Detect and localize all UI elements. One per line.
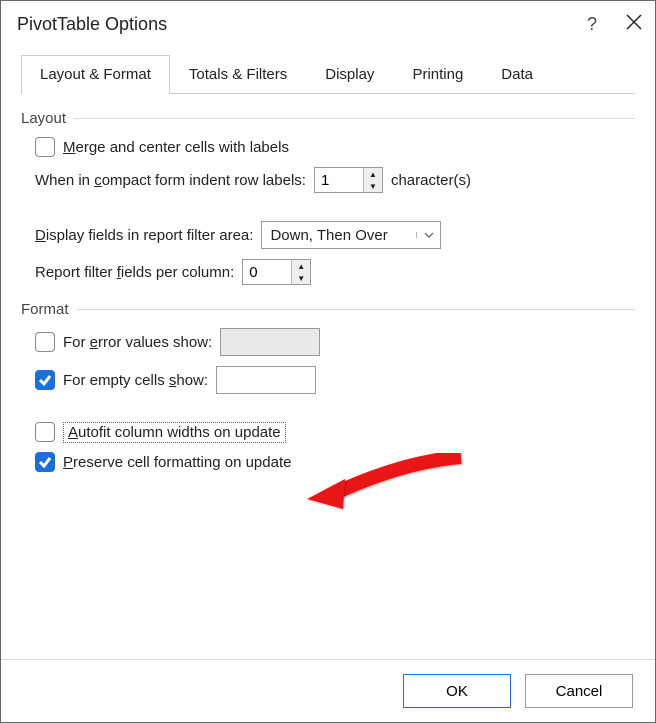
spinner-down-icon[interactable]: ▼ bbox=[364, 180, 382, 192]
layout-group-title: Layout bbox=[21, 110, 74, 127]
dialog-footer: OK Cancel bbox=[1, 659, 655, 722]
layout-group: Layout Merge and center cells with label… bbox=[21, 110, 635, 285]
format-group: Format For error values show: For empty … bbox=[21, 301, 635, 472]
indent-suffix: character(s) bbox=[391, 172, 471, 189]
tab-display[interactable]: Display bbox=[306, 55, 393, 94]
autofit-checkbox[interactable] bbox=[35, 422, 55, 442]
empty-cells-label: For empty cells show: bbox=[63, 372, 208, 389]
empty-cells-input[interactable] bbox=[216, 366, 316, 394]
error-values-label: For error values show: bbox=[63, 334, 212, 351]
tab-layout-format[interactable]: Layout & Format bbox=[21, 55, 170, 94]
indent-input[interactable] bbox=[315, 168, 363, 192]
merge-cells-checkbox[interactable] bbox=[35, 137, 55, 157]
autofit-label: Autofit column widths on update bbox=[63, 424, 286, 441]
ok-button[interactable]: OK bbox=[403, 674, 511, 708]
preserve-formatting-checkbox[interactable] bbox=[35, 452, 55, 472]
spinner-up-icon[interactable]: ▲ bbox=[364, 168, 382, 180]
error-values-input bbox=[220, 328, 320, 356]
merge-cells-label: Merge and center cells with labels bbox=[63, 139, 289, 156]
chevron-down-icon[interactable] bbox=[416, 232, 440, 238]
titlebar: PivotTable Options ? bbox=[1, 1, 655, 47]
display-fields-value: Down, Then Over bbox=[262, 227, 416, 244]
tab-data[interactable]: Data bbox=[482, 55, 552, 94]
tab-totals-filters[interactable]: Totals & Filters bbox=[170, 55, 306, 94]
indent-label: When in compact form indent row labels: bbox=[35, 172, 306, 189]
tab-printing[interactable]: Printing bbox=[393, 55, 482, 94]
spinner-down-icon[interactable]: ▼ bbox=[292, 272, 310, 284]
error-values-checkbox[interactable] bbox=[35, 332, 55, 352]
help-icon[interactable]: ? bbox=[587, 14, 597, 35]
filter-fields-label: Report filter fields per column: bbox=[35, 264, 234, 281]
indent-spinner[interactable]: ▲▼ bbox=[314, 167, 383, 193]
format-group-title: Format bbox=[21, 301, 77, 318]
dialog-content: Layout & Format Totals & Filters Display… bbox=[1, 47, 655, 659]
display-fields-label: Display fields in report filter area: bbox=[35, 227, 253, 244]
spinner-up-icon[interactable]: ▲ bbox=[292, 260, 310, 272]
empty-cells-checkbox[interactable] bbox=[35, 370, 55, 390]
tab-bar: Layout & Format Totals & Filters Display… bbox=[21, 55, 635, 94]
pivottable-options-dialog: PivotTable Options ? Layout & Format Tot… bbox=[0, 0, 656, 723]
cancel-button[interactable]: Cancel bbox=[525, 674, 633, 708]
close-icon[interactable] bbox=[625, 13, 643, 36]
filter-fields-input[interactable] bbox=[243, 260, 291, 284]
display-fields-select[interactable]: Down, Then Over bbox=[261, 221, 441, 249]
filter-fields-spinner[interactable]: ▲▼ bbox=[242, 259, 311, 285]
preserve-formatting-label: Preserve cell formatting on update bbox=[63, 454, 291, 471]
dialog-title: PivotTable Options bbox=[17, 14, 587, 35]
